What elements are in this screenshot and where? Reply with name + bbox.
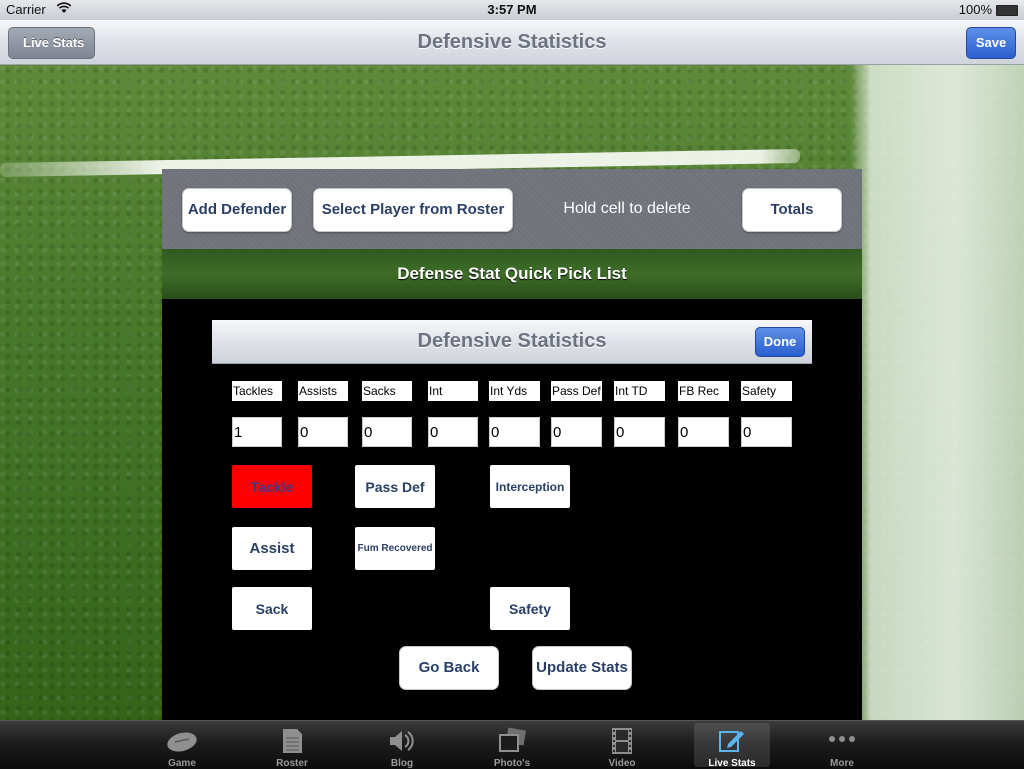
tab-label-blog: Blog [390,758,414,769]
tab-label-video: Video [608,758,636,769]
done-button[interactable]: Done [755,327,805,357]
stat-value-safety[interactable]: 0 [741,417,792,447]
navigation-bar: Live Stats Defensive Statistics Save [0,20,1024,65]
tab-label-photos: Photo's [493,758,531,769]
update-stats-button[interactable]: Update Stats [532,646,632,690]
stat-value-pass-def[interactable]: 0 [551,417,602,447]
battery-percentage: 100% [958,2,992,17]
page-title: Defensive Statistics [417,31,607,53]
hold-to-delete-hint: Hold cell to delete [563,200,691,217]
tab-roster[interactable]: Roster [254,723,330,769]
speaker-icon [364,726,440,754]
sideline [850,64,1024,720]
more-icon [804,726,880,754]
interception-button[interactable]: Interception [490,465,570,508]
totals-button[interactable]: Totals [742,188,842,232]
stat-value-assists[interactable]: 0 [298,417,348,447]
stat-value-tackles[interactable]: 1 [232,417,282,447]
stat-value-int-yds[interactable]: 0 [489,417,540,447]
stat-header-assists: Assists [298,381,348,401]
tab-more[interactable]: More [804,723,880,769]
stat-header-int: Int [428,381,478,401]
film-icon [584,726,660,754]
tab-live-stats[interactable]: Live Stats [694,723,770,769]
stat-value-sacks[interactable]: 0 [362,417,412,447]
quick-pick-header: Defense Stat Quick Pick List [162,249,862,299]
tab-video[interactable]: Video [584,723,660,769]
stat-header-int-td: Int TD [614,381,665,401]
quick-pick-title: Defense Stat Quick Pick List [397,264,627,283]
tab-label-more: More [830,758,854,769]
fum-recovered-button[interactable]: Fum Recovered [355,527,435,570]
pass-def-button[interactable]: Pass Def [355,465,435,508]
stat-value-int-td[interactable]: 0 [614,417,665,447]
sub-nav-title: Defensive Statistics [417,330,607,352]
status-bar: Carrier 3:57 PM 100% [0,0,1024,20]
sub-navigation-bar: Defensive Statistics Done [212,320,812,364]
edit-icon [694,726,770,754]
tackle-button[interactable]: Tackle [232,465,312,508]
safety-button[interactable]: Safety [490,587,570,630]
stat-header-fb-rec: FB Rec [678,381,729,401]
battery-icon [996,5,1018,16]
document-icon [254,726,330,754]
stat-header-int-yds: Int Yds [489,381,540,401]
tab-game[interactable]: Game [144,723,220,769]
tab-blog[interactable]: Blog [364,723,440,769]
assist-button[interactable]: Assist [232,527,312,570]
tab-label-roster: Roster [276,758,308,769]
add-defender-button[interactable]: Add Defender [182,188,292,232]
photos-icon [474,726,550,754]
defense-panel: Add Defender Select Player from Roster H… [162,169,862,720]
stat-value-int[interactable]: 0 [428,417,478,447]
panel-toolbar: Add Defender Select Player from Roster H… [162,169,862,249]
stat-header-pass-def: Pass Def [551,381,602,401]
tab-bar: Game Roster Blog Photo's Video Live Stat… [0,720,1024,769]
stat-header-sacks: Sacks [362,381,412,401]
football-icon [144,726,220,754]
tab-label-live-stats: Live Stats [708,758,756,769]
tab-label-game: Game [168,758,196,769]
status-time: 3:57 PM [487,2,537,17]
select-player-button[interactable]: Select Player from Roster [313,188,513,232]
sack-button[interactable]: Sack [232,587,312,630]
go-back-button[interactable]: Go Back [399,646,499,690]
stat-value-fb-rec[interactable]: 0 [678,417,729,447]
tab-photos[interactable]: Photo's [474,723,550,769]
stat-header-safety: Safety [741,381,792,401]
stat-header-tackles: Tackles [232,381,282,401]
save-button[interactable]: Save [966,27,1016,59]
